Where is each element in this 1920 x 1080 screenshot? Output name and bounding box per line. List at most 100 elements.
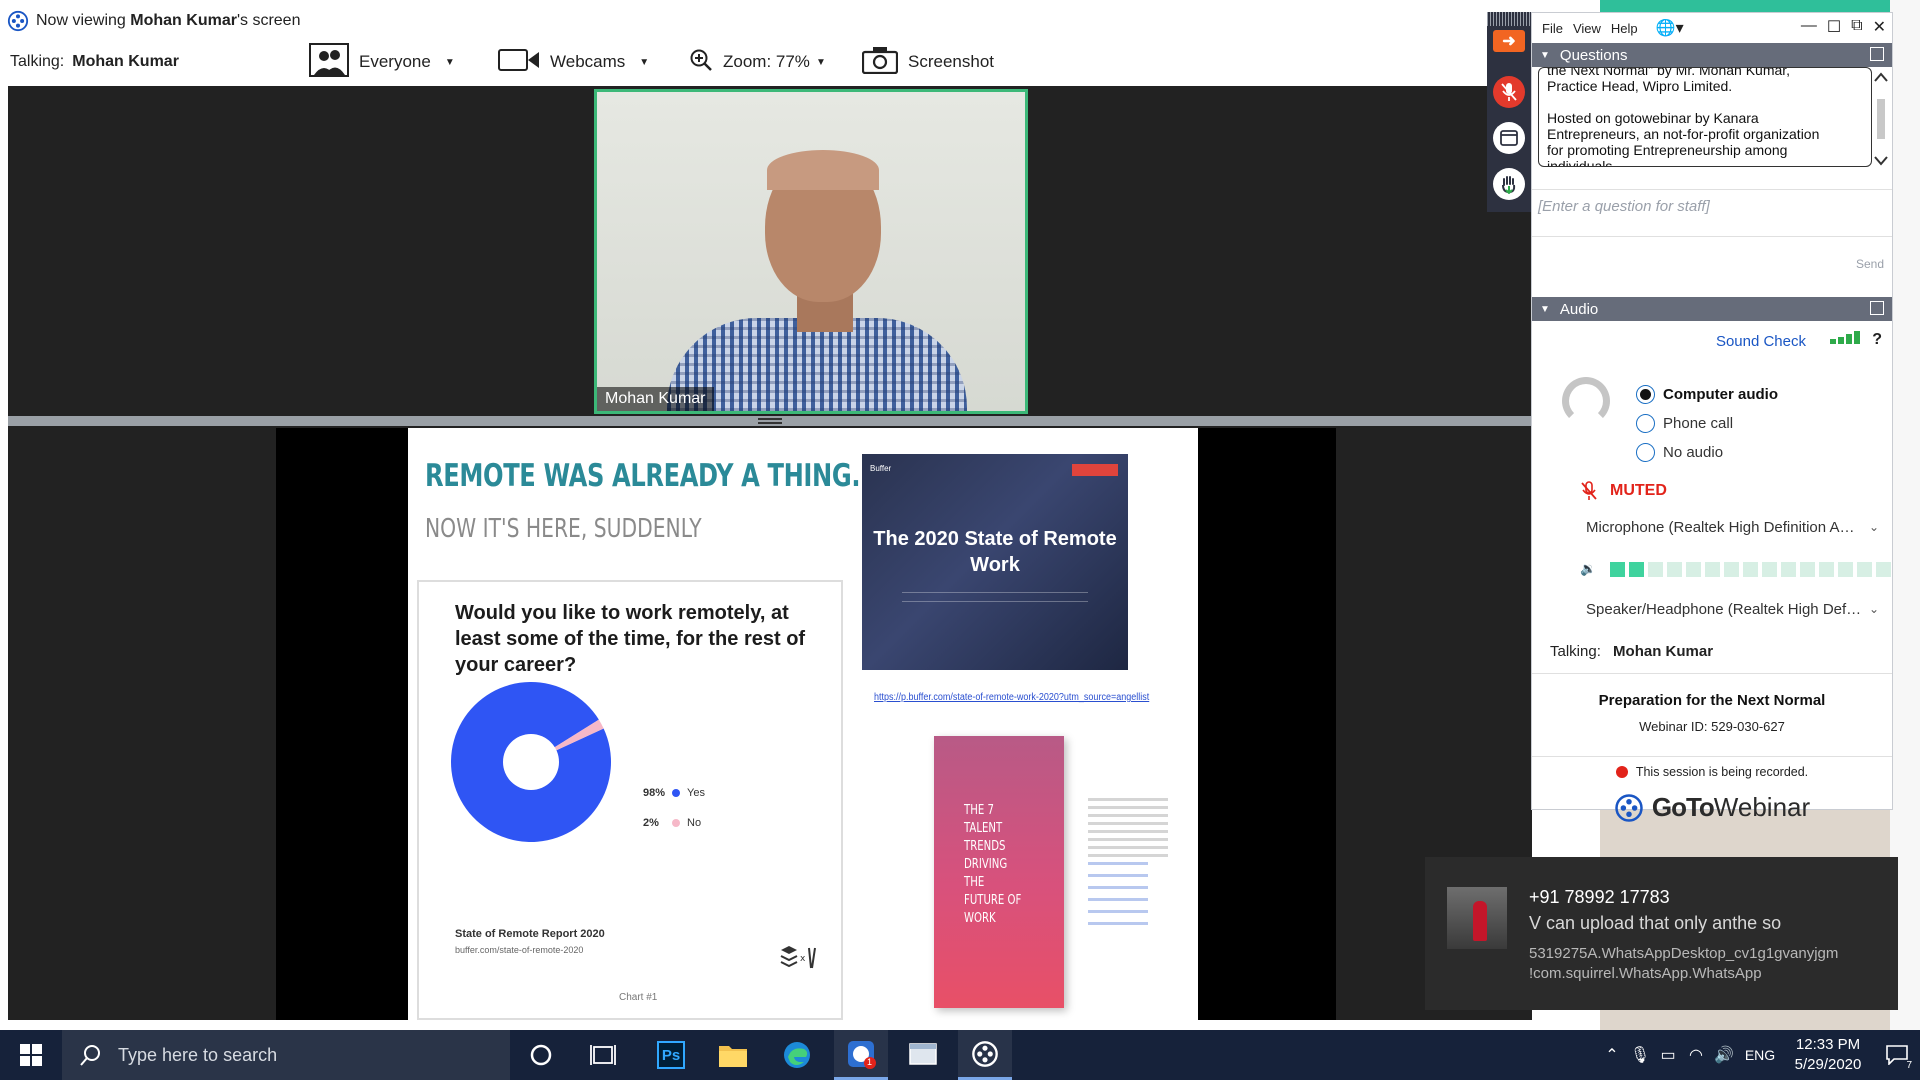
task-view-button[interactable] — [576, 1030, 630, 1080]
audio-section-header[interactable]: ▼ Audio — [1532, 297, 1892, 321]
input-language[interactable]: ENG — [1738, 1047, 1782, 1063]
partner-logos-icon: x — [779, 944, 819, 976]
level-cell — [1857, 561, 1872, 577]
help-icon[interactable]: ? — [1872, 331, 1882, 349]
question-log-line — [1547, 94, 1863, 110]
audience-dropdown[interactable]: Everyone ▼ — [309, 42, 455, 82]
toast-sender: +91 78992 17783 — [1529, 887, 1670, 907]
webinar-info: Preparation for the Next Normal Webinar … — [1532, 673, 1892, 822]
slide-title: REMOTE WAS ALREADY A THING... — [425, 458, 878, 494]
report-link: https://p.buffer.com/state-of-remote-wor… — [874, 692, 1150, 703]
popout-section-icon[interactable] — [1870, 47, 1884, 61]
menu-view[interactable]: View — [1573, 21, 1601, 36]
chevron-down-icon: ⌄ — [1868, 520, 1880, 534]
cortana-button[interactable] — [514, 1030, 568, 1080]
no-audio-label: No audio — [1663, 444, 1724, 461]
level-cell — [1705, 561, 1720, 577]
battery-icon[interactable]: ▭ — [1654, 1030, 1682, 1080]
question-log-line: Practice Head, Wipro Limited. — [1547, 78, 1733, 94]
taskbar-file-explorer[interactable] — [706, 1030, 760, 1080]
computer-audio-radio[interactable]: Computer audio — [1636, 385, 1778, 404]
taskbar-photoshop[interactable]: Ps — [644, 1030, 698, 1080]
speaker-select[interactable]: Speaker/Headphone (Realtek High Definiti… — [1578, 595, 1886, 623]
panel-window-controls: — ☐ ⧉ ✕ — [1801, 17, 1886, 37]
question-input[interactable]: [Enter a question for staff] — [1532, 189, 1892, 237]
question-log-line: for promoting Entrepreneurship among — [1547, 142, 1788, 158]
notification-icon — [1886, 1045, 1908, 1065]
taskbar-search-box[interactable]: Type here to search — [62, 1030, 510, 1080]
screenshot-button[interactable]: Screenshot — [861, 42, 994, 82]
arrow-right-icon: ➜ — [1502, 33, 1516, 50]
ebook-title: THE 7 TALENT TRENDS DRIVING THE FUTURE O… — [964, 803, 1022, 926]
question-log-scrollbar[interactable] — [1872, 69, 1890, 171]
chevron-down-icon: ▼ — [444, 56, 455, 68]
survey-chart-card: Would you like to work remotely, at leas… — [417, 580, 843, 1020]
svg-text:x: x — [800, 954, 806, 964]
source-title: State of Remote Report 2020 — [455, 928, 605, 940]
collapse-panel-button[interactable]: ➜ — [1493, 30, 1525, 52]
wifi-icon[interactable]: ◠ — [1682, 1030, 1710, 1080]
presentation-slide: REMOTE WAS ALREADY A THING... NOW IT'S H… — [408, 428, 1198, 1020]
radio-unselected-icon — [1636, 443, 1655, 462]
microphone-select[interactable]: Microphone (Realtek High Definition Audi… — [1578, 513, 1886, 541]
recording-notice: This session is being recorded. — [1532, 756, 1892, 779]
webcam-video-tile[interactable]: Mohan Kumar — [594, 89, 1028, 414]
taskbar-clock[interactable]: 12:33 PM 5/29/2020 — [1782, 1035, 1874, 1075]
popout-section-icon[interactable] — [1870, 301, 1884, 315]
question-log-line: individuals. — [1547, 158, 1617, 167]
language-globe-icon[interactable]: 🌐▾ — [1656, 18, 1684, 38]
webcam-icon — [498, 48, 540, 77]
volume-icon[interactable]: 🔊 — [1710, 1030, 1738, 1080]
action-center-button[interactable]: 7 — [1874, 1030, 1920, 1080]
gotowebinar-logo-icon — [1615, 793, 1643, 822]
webcams-dropdown[interactable]: Webcams ▼ — [498, 42, 649, 82]
taskbar-edge[interactable] — [770, 1030, 824, 1080]
pane-splitter[interactable] — [8, 416, 1532, 426]
clock-time: 12:33 PM — [1795, 1036, 1861, 1053]
close-icon[interactable]: ✕ — [1873, 17, 1886, 37]
no-audio-radio[interactable]: No audio — [1636, 443, 1723, 462]
window-app-icon — [909, 1043, 937, 1065]
viewer-title-suffix: 's screen — [236, 12, 301, 29]
screen-toggle-button[interactable] — [1493, 122, 1525, 154]
level-cell — [1724, 561, 1739, 577]
popout-icon[interactable]: ⧉ — [1851, 17, 1862, 37]
ebook-cover-image: THE 7 TALENT TRENDS DRIVING THE FUTURE O… — [934, 736, 1064, 1008]
microphone-muted-icon — [1581, 481, 1597, 500]
zoom-dropdown[interactable]: Zoom: 77% ▼ — [689, 42, 826, 82]
level-cell — [1743, 561, 1758, 577]
level-cell — [1667, 561, 1682, 577]
drag-handle-icon[interactable] — [1487, 12, 1531, 26]
show-hidden-icons-chevron-icon[interactable]: ⌃ — [1598, 1030, 1626, 1080]
taskbar-gotowebinar[interactable] — [958, 1030, 1012, 1080]
photoshop-icon: Ps — [657, 1041, 685, 1069]
menu-help[interactable]: Help — [1611, 21, 1638, 36]
whatsapp-notification-toast[interactable]: +91 78992 17783 V can upload that only a… — [1425, 857, 1898, 1010]
search-icon — [80, 1045, 100, 1066]
level-cell — [1800, 561, 1815, 577]
mute-toggle-button[interactable] — [1493, 76, 1525, 108]
start-button[interactable] — [0, 1030, 62, 1080]
slide-subtitle: NOW IT'S HERE, SUDDENLY — [425, 514, 702, 544]
speaker-value: Speaker/Headphone (Realtek High Definiti… — [1586, 600, 1862, 618]
chart-number-label: Chart #1 — [619, 992, 658, 1003]
questions-section-header[interactable]: ▼ Questions — [1532, 43, 1892, 67]
taskbar-whatsapp[interactable]: 1 — [834, 1030, 888, 1080]
chevron-down-icon: ▼ — [639, 56, 650, 68]
viewer-toolbar: Talking: Mohan Kumar Everyone ▼ Webcams … — [0, 42, 1487, 82]
taskbar-app-window[interactable] — [896, 1030, 950, 1080]
sound-check-link[interactable]: Sound Check — [1716, 333, 1806, 350]
donut-hole — [503, 734, 559, 790]
legend-swatch — [672, 819, 680, 827]
audience-label: Everyone — [359, 52, 431, 71]
phone-call-radio[interactable]: Phone call — [1636, 414, 1733, 433]
menu-file[interactable]: File — [1542, 21, 1563, 36]
microphone-tray-icon[interactable]: 🎙 — [1626, 1030, 1654, 1080]
notification-count: 7 — [1906, 1060, 1912, 1071]
maximize-icon[interactable]: ☐ — [1827, 17, 1841, 37]
raise-hand-button[interactable] — [1493, 168, 1525, 200]
level-cell — [1686, 561, 1701, 577]
minimize-icon[interactable]: — — [1801, 17, 1817, 37]
send-button[interactable]: Send — [1856, 257, 1884, 271]
headset-icon — [1562, 377, 1610, 425]
